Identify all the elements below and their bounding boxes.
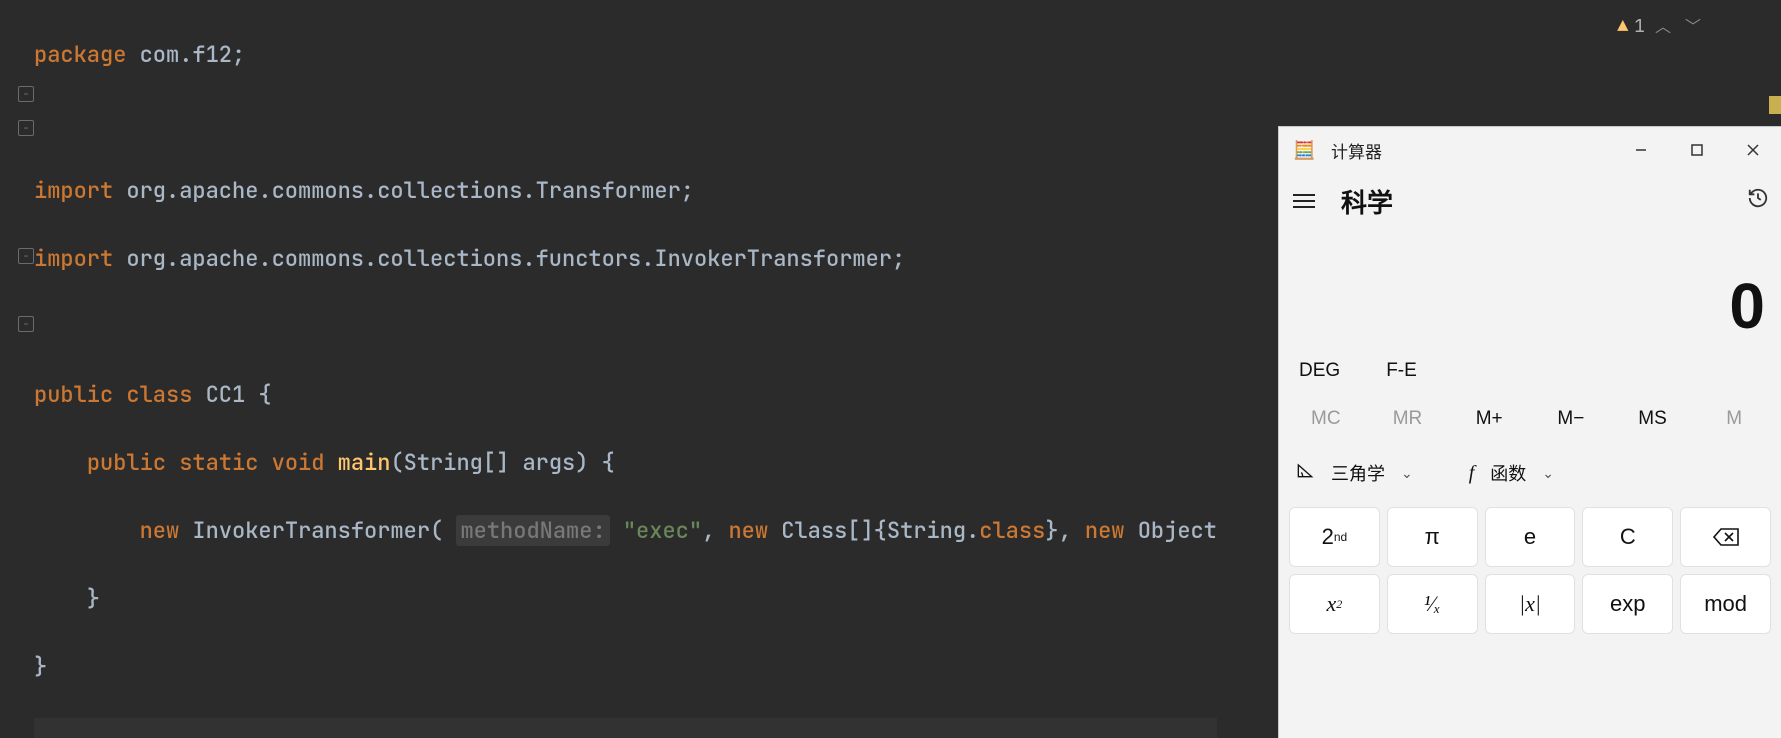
warning-count: 1 (1634, 10, 1645, 44)
keyword: new (140, 516, 193, 545)
key-x-squared[interactable]: x2 (1289, 574, 1380, 634)
code-text: Object (1138, 516, 1217, 545)
method-name: main (338, 448, 391, 477)
maximize-button[interactable] (1669, 130, 1725, 170)
code-text: } (34, 584, 100, 613)
mr-button[interactable]: MR (1367, 408, 1449, 430)
mplus-button[interactable]: M+ (1448, 408, 1530, 430)
key-reciprocal[interactable]: ¹⁄ₓ (1387, 574, 1478, 634)
warning-icon: ▲ (1617, 10, 1628, 44)
code-content[interactable]: package com.f12; import org.apache.commo… (34, 4, 1217, 738)
keyword: new (1085, 516, 1138, 545)
angle-format-row: DEG F-E (1279, 349, 1781, 393)
class-name: InvokerTransformer (192, 516, 430, 545)
code-text (34, 448, 87, 477)
code-text: , (702, 516, 728, 545)
code-text: { (245, 380, 271, 409)
keyword: new (728, 516, 781, 545)
calculator-window[interactable]: 🧮 计算器 科学 0 DEG F-E MC MR M+ M− MS M (1278, 126, 1781, 738)
fold-icon[interactable]: − (18, 120, 34, 136)
fold-icon[interactable]: − (18, 86, 34, 102)
fold-icon[interactable]: − (18, 316, 34, 332)
history-icon[interactable] (1735, 187, 1781, 215)
fold-icon[interactable]: − (18, 248, 34, 264)
titlebar[interactable]: 🧮 计算器 (1279, 127, 1781, 173)
code-text: (String[] args) { (390, 448, 614, 477)
string-literal: "exec" (623, 516, 702, 545)
mc-button[interactable]: MC (1285, 408, 1367, 430)
keyword: class (979, 516, 1045, 545)
chevron-down-icon: ⌄ (1401, 465, 1413, 482)
code-text: ( (430, 516, 456, 545)
function-f-icon: f (1469, 462, 1475, 485)
keyword: import (34, 244, 113, 273)
ms-button[interactable]: MS (1612, 408, 1694, 430)
hamburger-icon[interactable] (1293, 186, 1323, 216)
keyword: static (179, 448, 271, 477)
deg-button[interactable]: DEG (1299, 360, 1340, 382)
mode-title: 科学 (1341, 183, 1735, 220)
keyword: public class (34, 380, 206, 409)
keyword: package (34, 40, 126, 69)
mminus-button[interactable]: M− (1530, 408, 1612, 430)
keyword: public (87, 448, 179, 477)
code-text: Class[]{String. (781, 516, 979, 545)
key-2nd[interactable]: 2nd (1289, 507, 1380, 567)
angle-icon (1295, 460, 1315, 486)
keyword: void (272, 448, 338, 477)
display: 0 (1279, 229, 1781, 349)
calculator-app-icon: 🧮 (1293, 140, 1313, 160)
chevron-down-icon[interactable]: ﹀ (1681, 10, 1705, 44)
func-dropdown[interactable]: 函数 (1490, 460, 1526, 486)
trig-dropdown[interactable]: 三角学 (1331, 460, 1385, 486)
key-backspace[interactable] (1680, 507, 1771, 567)
close-button[interactable] (1725, 130, 1781, 170)
key-e[interactable]: e (1485, 507, 1576, 567)
key-mod[interactable]: mod (1680, 574, 1771, 634)
chevron-up-icon[interactable]: ︿ (1651, 10, 1675, 44)
chevron-down-icon: ⌄ (1542, 465, 1554, 482)
code-text (610, 516, 623, 545)
code-text: } (34, 652, 47, 681)
mlist-button[interactable]: M (1693, 408, 1775, 430)
memory-row: MC MR M+ M− MS M (1279, 393, 1781, 445)
code-text: }, (1045, 516, 1085, 545)
current-line-highlight (34, 718, 1217, 738)
scrollbar-marker[interactable] (1769, 96, 1781, 114)
key-clear[interactable]: C (1582, 507, 1673, 567)
code-text: org.apache.commons.collections.Transform… (113, 176, 694, 205)
inspection-widget[interactable]: ▲ 1 ︿ ﹀ (1617, 10, 1705, 44)
fe-button[interactable]: F-E (1386, 360, 1417, 382)
class-name: CC1 (206, 380, 246, 409)
code-text (34, 516, 140, 545)
key-pi[interactable]: π (1387, 507, 1478, 567)
keypad: 2nd π e C x2 ¹⁄ₓ |x| exp mod (1279, 501, 1781, 634)
code-text: com.f12; (126, 40, 245, 69)
editor-gutter: − − − − (0, 0, 34, 738)
window-title: 计算器 (1331, 138, 1613, 163)
code-text: org.apache.commons.collections.functors.… (113, 244, 905, 273)
minimize-button[interactable] (1613, 130, 1669, 170)
parameter-hint: methodName: (456, 515, 609, 546)
trig-func-row: 三角学 ⌄ f 函数 ⌄ (1279, 445, 1781, 501)
keyword: import (34, 176, 113, 205)
key-exp[interactable]: exp (1582, 574, 1673, 634)
mode-row: 科学 (1279, 173, 1781, 229)
key-abs[interactable]: |x| (1485, 574, 1576, 634)
